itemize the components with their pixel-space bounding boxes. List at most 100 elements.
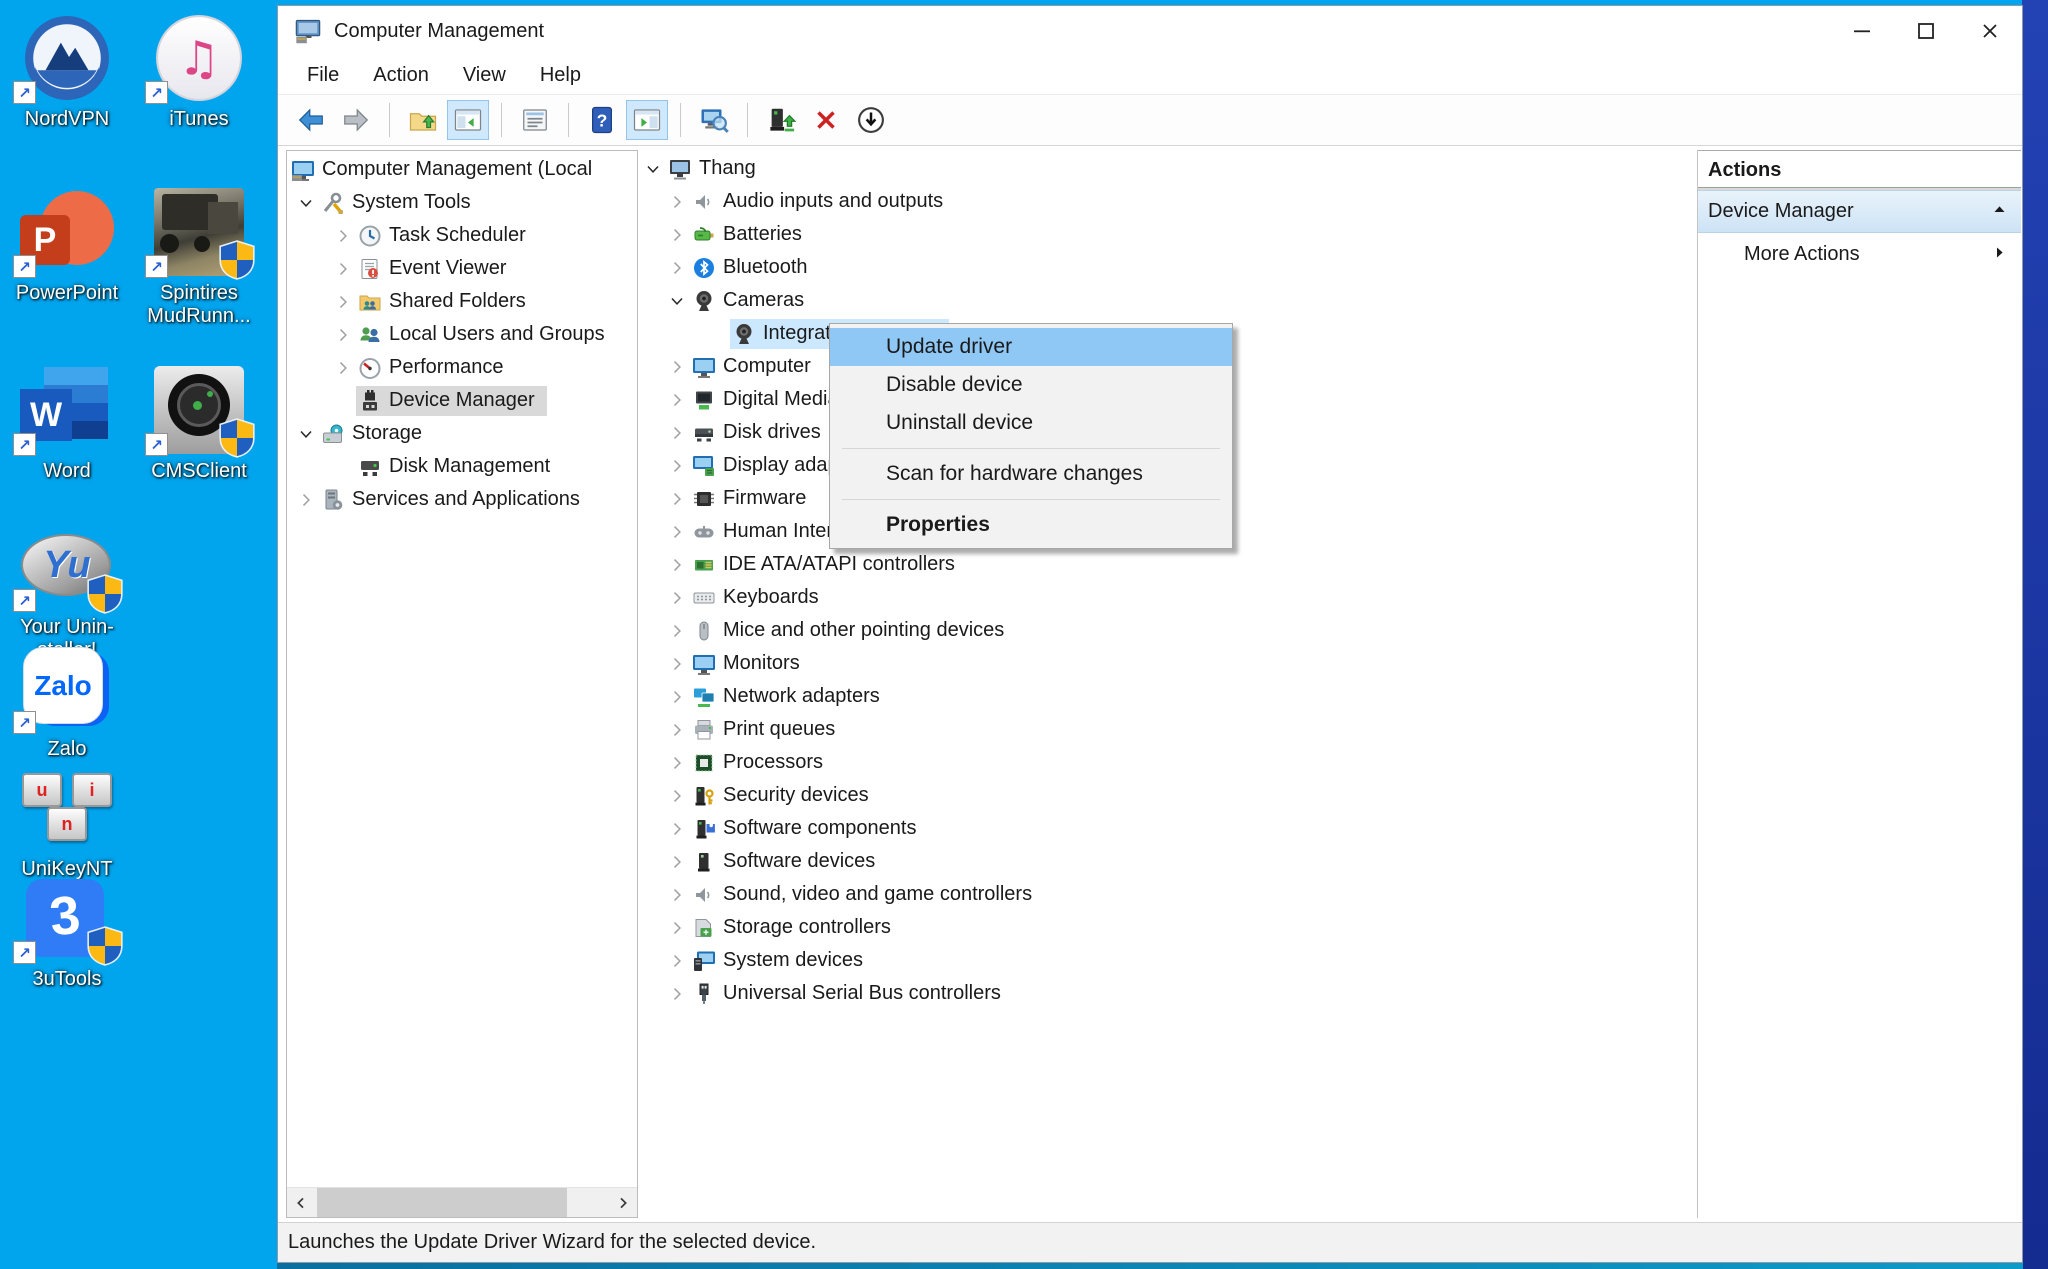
console-tree-item-disk-management[interactable]: Disk Management [287, 450, 637, 483]
device-tree-item-batteries[interactable]: Batteries [640, 218, 1697, 251]
disable-device-button[interactable] [850, 100, 892, 140]
menu-file[interactable]: File [290, 64, 356, 87]
chevron-right-icon[interactable] [666, 389, 688, 411]
console-tree-item-shared-folders[interactable]: Shared Folders [287, 285, 637, 318]
device-tree-item-sound-video-and-game-controllers[interactable]: Sound, video and game controllers [640, 878, 1697, 911]
menu-action[interactable]: Action [356, 64, 446, 87]
desktop-icon-3utools[interactable]: 3↗3uTools [2, 872, 132, 991]
uninstall-device-button[interactable] [805, 100, 847, 140]
menu-view[interactable]: View [446, 64, 523, 87]
menu-help[interactable]: Help [523, 64, 598, 87]
device-tree-item-software-components[interactable]: Software components [640, 812, 1697, 845]
console-tree-item-performance[interactable]: Performance [287, 351, 637, 384]
show-action-pane-button[interactable] [626, 100, 668, 140]
horizontal-scrollbar[interactable] [287, 1187, 637, 1217]
scrollbar-thumb[interactable] [317, 1188, 567, 1217]
chevron-right-icon[interactable] [666, 752, 688, 774]
console-tree-item-storage[interactable]: Storage [287, 417, 637, 450]
chevron-right-icon[interactable] [332, 225, 354, 247]
chevron-right-icon[interactable] [666, 950, 688, 972]
chevron-right-icon[interactable] [332, 258, 354, 280]
chevron-down-icon[interactable] [295, 192, 317, 214]
context-menu-item-disable-device[interactable]: Disable device [830, 366, 1232, 404]
up-one-level-button[interactable] [402, 100, 444, 140]
context-menu-item-uninstall-device[interactable]: Uninstall device [830, 404, 1232, 442]
device-tree-item-mice-and-other-pointing-devices[interactable]: Mice and other pointing devices [640, 614, 1697, 647]
device-tree-item-system-devices[interactable]: System devices [640, 944, 1697, 977]
chevron-right-icon[interactable] [666, 686, 688, 708]
chevron-right-icon[interactable] [666, 818, 688, 840]
device-tree-item-print-queues[interactable]: Print queues [640, 713, 1697, 746]
chevron-right-icon[interactable] [332, 324, 354, 346]
desktop-icon-word[interactable]: W↗Word [2, 364, 132, 483]
chevron-down-icon[interactable] [295, 423, 317, 445]
context-menu-item-scan-for-hardware-changes[interactable]: Scan for hardware changes [830, 455, 1232, 493]
maximize-button[interactable] [1894, 6, 1958, 56]
console-tree-item-task-scheduler[interactable]: Task Scheduler [287, 219, 637, 252]
export-list-button[interactable] [514, 100, 556, 140]
device-tree-item-universal-serial-bus-controllers[interactable]: Universal Serial Bus controllers [640, 977, 1697, 1010]
chevron-right-icon[interactable] [332, 291, 354, 313]
minimize-button[interactable] [1830, 6, 1894, 56]
desktop-icon-powerpoint[interactable]: P↗PowerPoint [2, 186, 132, 305]
title-bar[interactable]: Computer Management [278, 6, 2022, 56]
chevron-right-icon[interactable] [666, 224, 688, 246]
chevron-right-icon[interactable] [666, 719, 688, 741]
device-tree-item-audio-inputs-and-outputs[interactable]: Audio inputs and outputs [640, 185, 1697, 218]
chevron-right-icon[interactable] [666, 917, 688, 939]
chevron-right-icon[interactable] [666, 620, 688, 642]
desktop-icon-unikeynt[interactable]: uinUniKeyNT [2, 762, 132, 881]
forward-button[interactable] [335, 100, 377, 140]
back-button[interactable] [290, 100, 332, 140]
collapse-triangle-icon[interactable] [1992, 200, 2007, 223]
scan-hardware-changes-button[interactable] [693, 100, 735, 140]
device-tree-item-keyboards[interactable]: Keyboards [640, 581, 1697, 614]
console-tree-item-computer-management-local[interactable]: Computer Management (Local [287, 153, 637, 186]
console-tree-item-system-tools[interactable]: System Tools [287, 186, 637, 219]
chevron-right-icon[interactable] [666, 488, 688, 510]
chevron-right-icon[interactable] [666, 983, 688, 1005]
device-tree-item-cameras[interactable]: Cameras [640, 284, 1697, 317]
chevron-right-icon[interactable] [666, 521, 688, 543]
scroll-right-arrow-icon[interactable] [609, 1188, 637, 1217]
device-tree-item-storage-controllers[interactable]: Storage controllers [640, 911, 1697, 944]
device-tree-item-bluetooth[interactable]: Bluetooth [640, 251, 1697, 284]
close-button[interactable] [1958, 6, 2022, 56]
chevron-right-icon[interactable] [666, 785, 688, 807]
actions-group-device-manager[interactable]: Device Manager [1698, 190, 2021, 233]
scroll-left-arrow-icon[interactable] [287, 1188, 315, 1217]
device-tree-item-ide-ata-atapi-controllers[interactable]: IDE ATA/ATAPI controllers [640, 548, 1697, 581]
chevron-down-icon[interactable] [642, 158, 664, 180]
device-tree-item-security-devices[interactable]: Security devices [640, 779, 1697, 812]
device-tree-item-processors[interactable]: Processors [640, 746, 1697, 779]
chevron-right-icon[interactable] [666, 422, 688, 444]
chevron-right-icon[interactable] [666, 884, 688, 906]
device-tree-item-thang[interactable]: Thang [640, 152, 1697, 185]
context-menu-item-update-driver[interactable]: Update driver [830, 328, 1232, 366]
more-actions-item[interactable]: More Actions [1698, 233, 2021, 275]
chevron-right-icon[interactable] [666, 455, 688, 477]
console-tree-item-local-users-and-groups[interactable]: Local Users and Groups [287, 318, 637, 351]
desktop-icon-spintires[interactable]: ↗Spintires MudRunn... [134, 186, 264, 328]
chevron-right-icon[interactable] [666, 587, 688, 609]
chevron-right-icon[interactable] [666, 356, 688, 378]
chevron-down-icon[interactable] [666, 290, 688, 312]
device-tree-item-monitors[interactable]: Monitors [640, 647, 1697, 680]
chevron-right-icon[interactable] [666, 653, 688, 675]
desktop-icon-itunes[interactable]: ♫↗iTunes [134, 12, 264, 131]
chevron-right-icon[interactable] [666, 851, 688, 873]
desktop-icon-nordvpn[interactable]: ↗NordVPN [2, 12, 132, 131]
update-driver-button[interactable] [760, 100, 802, 140]
device-tree-item-software-devices[interactable]: Software devices [640, 845, 1697, 878]
chevron-right-icon[interactable] [666, 257, 688, 279]
console-tree-item-services-and-applications[interactable]: Services and Applications [287, 483, 637, 516]
chevron-right-icon[interactable] [666, 554, 688, 576]
device-tree-item-network-adapters[interactable]: Network adapters [640, 680, 1697, 713]
show-console-tree-button[interactable] [447, 100, 489, 140]
chevron-right-icon[interactable] [295, 489, 317, 511]
help-button[interactable]: ? [581, 100, 623, 140]
desktop-icon-zalo[interactable]: Zalo↗Zalo [2, 642, 132, 761]
console-tree-item-event-viewer[interactable]: Event Viewer [287, 252, 637, 285]
console-tree-item-device-manager[interactable]: Device Manager [287, 384, 637, 417]
context-menu-item-properties[interactable]: Properties [830, 506, 1232, 544]
